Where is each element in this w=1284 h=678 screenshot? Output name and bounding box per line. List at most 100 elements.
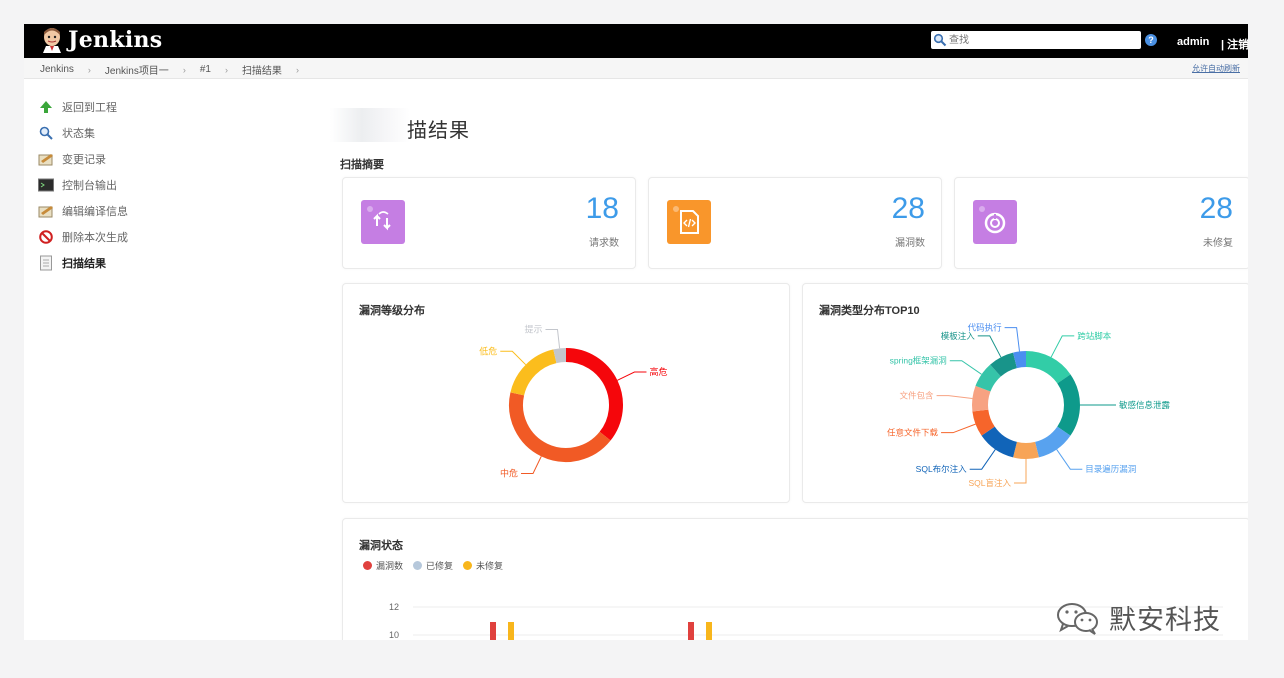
breadcrumb-build[interactable]: #1 xyxy=(200,64,211,75)
terminal-icon xyxy=(38,177,54,193)
bar[interactable] xyxy=(706,622,712,640)
page-title: 描结果 xyxy=(407,120,470,142)
bar[interactable] xyxy=(508,622,514,640)
code-file-icon xyxy=(667,200,711,244)
sidebar-item-back-to-project[interactable]: 返回到工程 xyxy=(38,94,128,120)
slice-label: 中危 xyxy=(500,467,518,478)
label-leader-line xyxy=(521,456,542,474)
label-leader-line xyxy=(969,449,996,470)
slice-label: 提示 xyxy=(524,324,542,334)
donut-slice[interactable] xyxy=(1025,351,1071,384)
slice-label: 任意文件下载 xyxy=(887,428,939,438)
jenkins-window: Jenkins ? admin | 注销 Jenkins › Jenkins项目… xyxy=(24,24,1248,640)
donut-slice[interactable] xyxy=(972,385,991,412)
sidebar-item-label: 控制台输出 xyxy=(62,180,117,192)
slice-label: 目录遍历漏洞 xyxy=(1085,464,1136,474)
donut-slice[interactable] xyxy=(975,364,1002,392)
help-icon[interactable]: ? xyxy=(1145,34,1157,46)
label-leader-line xyxy=(936,395,973,399)
sidebar-item-label: 返回到工程 xyxy=(62,102,117,114)
vuln-level-chart-card: 漏洞等级分布 高危 中危 低危 提示 xyxy=(342,283,790,503)
slice-label: 跨站脚本 xyxy=(1077,331,1112,341)
logout-link[interactable]: | 注销 xyxy=(1221,36,1248,52)
breadcrumb-separator[interactable]: › xyxy=(296,65,299,75)
donut-slice[interactable] xyxy=(565,348,623,441)
auto-refresh-link[interactable]: 允许自动刷新 xyxy=(1192,63,1240,74)
no-entry-icon xyxy=(38,229,54,245)
vuln-type-chart-card: 漏洞类型分布TOP10 跨站脚本 敏感信息泄露 目录遍历漏洞 SQL盲注入 SQL布尔注… xyxy=(802,283,1248,503)
donut-slice[interactable] xyxy=(990,352,1018,377)
breadcrumb-jenkins[interactable]: Jenkins xyxy=(40,64,74,75)
sidebar: 返回到工程 状态集 变更记录 控制台输出 编辑编译信息 删除本次生成 扫描结果 xyxy=(38,94,128,276)
donut-slice[interactable] xyxy=(1034,426,1071,458)
stat-value: 28 xyxy=(891,192,925,225)
transfer-icon xyxy=(361,200,405,244)
label-leader-line xyxy=(1004,327,1020,352)
label-leader-line xyxy=(545,328,561,349)
document-icon xyxy=(38,255,54,271)
label-leader-line xyxy=(949,360,982,375)
sidebar-item-scan-result[interactable]: 扫描结果 xyxy=(38,250,128,276)
search-icon xyxy=(38,125,54,141)
sidebar-item-label: 变更记录 xyxy=(62,154,106,166)
stat-card-unfixed: 28 未修复 xyxy=(954,177,1248,269)
donut-slice[interactable] xyxy=(1013,351,1027,369)
label-leader-line xyxy=(500,350,527,366)
sidebar-item-changes[interactable]: 变更记录 xyxy=(38,146,128,172)
top-header: Jenkins ? admin | 注销 xyxy=(24,24,1248,58)
label-leader-line xyxy=(617,371,647,381)
stat-label: 漏洞数 xyxy=(895,238,925,249)
breadcrumb: Jenkins › Jenkins项目一 › #1 › 扫描结果 › xyxy=(40,62,313,77)
sidebar-item-status[interactable]: 状态集 xyxy=(38,120,128,146)
jenkins-logo[interactable]: Jenkins xyxy=(40,27,162,53)
notepad-icon xyxy=(38,151,54,167)
donut-slice[interactable] xyxy=(553,348,567,364)
sidebar-item-delete-build[interactable]: 删除本次生成 xyxy=(38,224,128,250)
sidebar-item-console[interactable]: 控制台输出 xyxy=(38,172,128,198)
redacted-title-region xyxy=(330,108,410,142)
scan-summary-label: 扫描摘要 xyxy=(340,159,384,171)
breadcrumb-scan-result[interactable]: 扫描结果 xyxy=(242,62,282,77)
vuln-level-donut-chart: 高危中危 低危 提示 xyxy=(479,324,667,478)
ring-chart-icon xyxy=(973,200,1017,244)
breadcrumb-project[interactable]: Jenkins项目一 xyxy=(105,62,169,77)
stat-card-requests: 18 请求数 xyxy=(342,177,636,269)
user-link[interactable]: admin xyxy=(1177,36,1209,48)
stat-value: 28 xyxy=(1199,192,1233,225)
donut-slice[interactable] xyxy=(981,426,1018,458)
sidebar-item-label: 扫描结果 xyxy=(62,258,106,270)
watermark-text: 默安科技 xyxy=(1109,605,1221,636)
donut-slice[interactable] xyxy=(1013,441,1039,459)
sidebar-item-edit-build-info[interactable]: 编辑编译信息 xyxy=(38,198,128,224)
y-tick-label: 10 xyxy=(389,630,399,640)
slice-label: 代码执行 xyxy=(968,323,1003,333)
up-arrow-icon xyxy=(38,99,54,115)
slice-label: 敏感信息泄露 xyxy=(1119,400,1171,410)
jenkins-butler-icon xyxy=(40,27,64,53)
breadcrumb-separator[interactable]: › xyxy=(183,65,186,75)
slice-label: 低危 xyxy=(479,345,497,356)
sidebar-item-label: 删除本次生成 xyxy=(62,232,128,244)
breadcrumb-separator[interactable]: › xyxy=(88,65,91,75)
slice-label: 文件包含 xyxy=(900,391,935,401)
stat-card-vulns: 28 漏洞数 xyxy=(648,177,942,269)
donut-slice[interactable] xyxy=(972,409,995,436)
donut-slice[interactable] xyxy=(1057,374,1080,436)
sidebar-item-label: 状态集 xyxy=(62,128,95,140)
search-input[interactable] xyxy=(947,32,1129,48)
vuln-type-donut-chart: 跨站脚本敏感信息泄露目录遍历漏洞 SQL盲注入SQL布尔注入 任意文件下载 文件包含 s… xyxy=(887,323,1171,488)
breadcrumb-bar: Jenkins › Jenkins项目一 › #1 › 扫描结果 › 允许自动刷… xyxy=(24,58,1248,79)
y-tick-label: 12 xyxy=(389,602,399,612)
bar[interactable] xyxy=(490,622,496,640)
app-name: Jenkins xyxy=(68,27,163,53)
breadcrumb-separator[interactable]: › xyxy=(225,65,228,75)
stat-value: 18 xyxy=(585,192,619,225)
label-leader-line xyxy=(1056,449,1083,470)
slice-label: SQL布尔注入 xyxy=(916,464,968,474)
slice-label: SQL盲注入 xyxy=(968,478,1011,488)
donut-slice[interactable] xyxy=(509,392,611,462)
label-leader-line xyxy=(977,335,1002,358)
search-box[interactable] xyxy=(931,31,1141,49)
wechat-logo-icon xyxy=(1057,602,1098,635)
bar[interactable] xyxy=(688,622,694,640)
